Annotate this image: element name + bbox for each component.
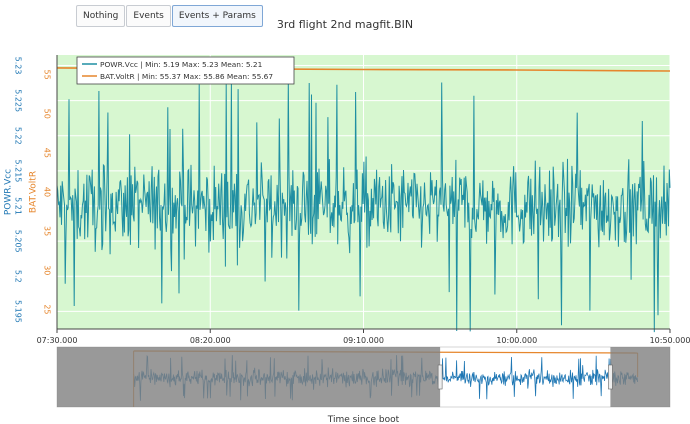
y2-tick-label: 35 [43, 226, 52, 236]
y1-tick-label: 5.21 [14, 197, 23, 215]
y2-tick-label: 30 [43, 265, 52, 275]
y2-tick-label: 55 [43, 69, 52, 79]
y2-tick-label: 45 [43, 148, 52, 158]
y1-tick-label: 5.195 [14, 300, 23, 323]
chart-svg[interactable]: 5.195 5.2 5.205 5.21 5.215 5.22 5.225 5.23 25 30 3… [0, 0, 690, 424]
x-tick-label: 10:50.000 [650, 336, 690, 345]
legend: POWR.Vcc | Min: 5.19 Max: 5.23 Mean: 5.2… [76, 56, 295, 85]
y2-tick-label: 50 [43, 109, 52, 119]
legend-label-bat-voltr: BAT.VoltR | Min: 55.37 Max: 55.86 Mean: … [100, 72, 273, 81]
legend-label-powr-vcc: POWR.Vcc | Min: 5.19 Max: 5.23 Mean: 5.2… [100, 60, 263, 69]
x-tick-label: 08:20.000 [190, 336, 231, 345]
x-axis-title: Time since boot [327, 415, 400, 424]
y1-tick-label: 5.205 [14, 230, 23, 253]
range-slider-handle-left[interactable] [437, 364, 443, 390]
y2-tick-label: 25 [43, 304, 52, 314]
y1-tick-label: 5.23 [14, 57, 23, 75]
range-slider[interactable] [56, 346, 671, 408]
x-tick-label: 10:00.000 [496, 336, 537, 345]
y1-tick-label: 5.2 [14, 270, 23, 283]
y1-axis-title: POWR.Vcc [4, 169, 14, 215]
y1-tick-label: 5.215 [14, 159, 23, 182]
y1-tick-label: 5.22 [14, 127, 23, 145]
y2-axis-title: BAT.VoltR [29, 171, 39, 213]
x-tick-label: 07:30.000 [37, 336, 78, 345]
range-slider-mask-right [610, 347, 670, 407]
range-slider-handle-right[interactable] [608, 364, 613, 390]
y1-tick-label: 5.225 [14, 89, 23, 112]
range-slider-mask-left [57, 347, 441, 407]
y2-tick-label: 40 [43, 187, 52, 197]
x-tick-label: 09:10.000 [343, 336, 384, 345]
